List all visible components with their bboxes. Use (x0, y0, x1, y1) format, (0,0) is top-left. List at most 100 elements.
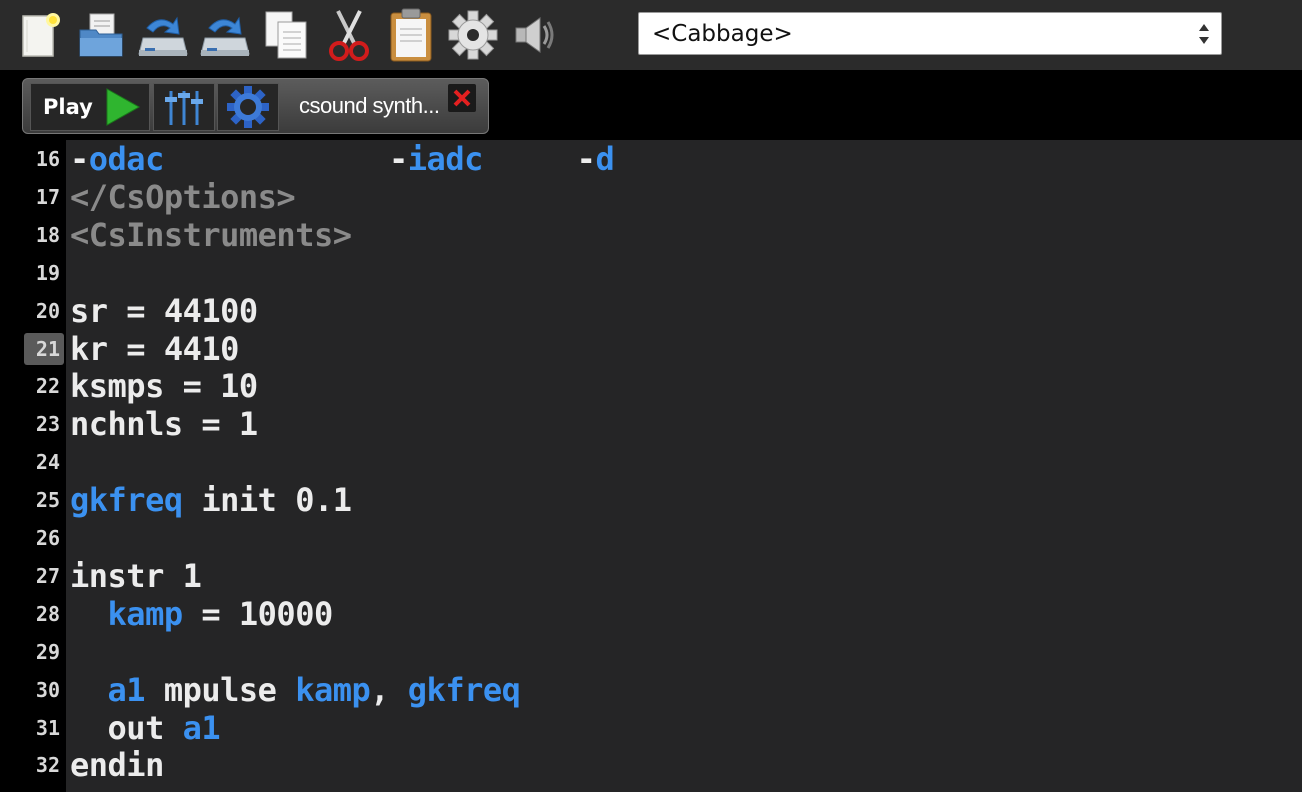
code-line[interactable]: 32 endin (0, 746, 1302, 784)
code-text: sr = 44100 (70, 292, 258, 330)
line-number: 25 (35, 488, 60, 513)
copy-icon (265, 11, 307, 59)
clipboard-icon (390, 8, 432, 62)
code-token: init 0.1 (182, 481, 352, 520)
line-number: 22 (35, 374, 60, 399)
save-button[interactable] (132, 5, 194, 65)
code-text: out a1 (70, 708, 221, 747)
code-token: - (163, 140, 408, 178)
code-line[interactable]: 18 <CsInstruments> (0, 216, 1302, 254)
code-line[interactable]: 21 kr = 4410 (0, 330, 1302, 368)
code-token: endin (70, 746, 164, 785)
copy-button[interactable] (256, 5, 318, 65)
code-line[interactable]: 16 -odac -iadc -d (0, 140, 1302, 178)
code-editor[interactable]: 16 -odac -iadc -d 17 </CsOptions> 18 <CsInstr… (0, 140, 1302, 792)
line-number: 30 (35, 677, 60, 702)
play-icon (106, 88, 140, 126)
code-token: , (370, 670, 408, 709)
code-token: </CsOptions> (70, 177, 296, 216)
line-number: 31 (35, 715, 60, 740)
code-line[interactable]: 29 (0, 633, 1302, 671)
line-number: 27 (35, 563, 60, 588)
line-number: 17 (35, 184, 60, 209)
code-token: ksmps = 10 (70, 367, 258, 406)
code-token: kamp (107, 594, 184, 633)
line-number: 32 (35, 753, 60, 778)
line-number: 19 (35, 260, 60, 285)
scissors-icon (329, 10, 369, 61)
line-number: 26 (35, 526, 60, 550)
code-token: kamp (295, 670, 371, 709)
open-button[interactable] (70, 5, 132, 65)
code-token: iadc (407, 140, 484, 178)
play-label: Play (43, 95, 93, 119)
gear-icon (227, 86, 269, 128)
code-text: -odac -iadc -d (70, 140, 615, 178)
open-folder-icon (79, 13, 123, 57)
code-line[interactable]: 22 ksmps = 10 (0, 367, 1302, 405)
play-button[interactable]: Play (30, 83, 150, 131)
new-file-button[interactable] (8, 5, 70, 65)
settings-button[interactable] (442, 5, 504, 65)
code-token: gkfreq (407, 670, 521, 709)
line-number: 28 (35, 601, 60, 626)
code-text: ksmps = 10 (70, 367, 258, 405)
line-number: 16 (35, 147, 60, 171)
line-number: 18 (35, 222, 60, 247)
code-token: - (70, 140, 89, 178)
code-token: a1 (107, 670, 146, 709)
code-line[interactable]: 31 out a1 (0, 709, 1302, 747)
line-number: 21 (24, 332, 64, 365)
gear-icon (448, 10, 498, 60)
code-line[interactable]: 17 </CsOptions> (0, 178, 1302, 216)
code-line[interactable]: 20 sr = 44100 (0, 292, 1302, 330)
select-arrows-icon (1199, 24, 1209, 44)
code-token: gkfreq (70, 481, 183, 520)
line-number: 23 (35, 412, 60, 437)
code-line[interactable]: 27 instr 1 (0, 557, 1302, 595)
target-select-value: <Cabbage> (652, 20, 793, 47)
line-number: 24 (35, 450, 60, 475)
code-token: = 10000 (182, 594, 333, 633)
close-icon (453, 89, 471, 107)
line-number: 29 (35, 639, 60, 664)
code-text: <CsInstruments> (70, 215, 352, 254)
code-text: kamp = 10000 (70, 594, 334, 633)
audio-button[interactable] (504, 5, 566, 65)
code-token: mpulse (145, 670, 296, 709)
paste-button[interactable] (380, 5, 442, 65)
code-token: <CsInstruments> (70, 215, 352, 254)
code-token: odac (88, 140, 165, 178)
target-select[interactable]: <Cabbage> (638, 12, 1222, 55)
code-line[interactable]: 23 nchnls = 1 (0, 405, 1302, 443)
code-line[interactable]: 25 gkfreq init 0.1 (0, 481, 1302, 519)
main-toolbar: <Cabbage> (0, 0, 1302, 70)
code-token: kr = 4410 (70, 329, 239, 368)
instrument-settings-button[interactable] (217, 83, 279, 131)
code-line[interactable]: 28 kamp = 10000 (0, 595, 1302, 633)
code-text: </CsOptions> (70, 177, 296, 216)
line-number: 20 (35, 298, 60, 323)
save-as-icon (200, 16, 250, 56)
save-as-button[interactable] (194, 5, 256, 65)
cut-button[interactable] (318, 5, 380, 65)
code-text: instr 1 (70, 556, 202, 595)
tab-title: csound synth... (299, 93, 440, 118)
code-text: endin (70, 746, 164, 784)
code-text: a1 mpulse kamp, gkfreq (70, 670, 521, 709)
code-line[interactable]: 19 (0, 254, 1302, 292)
code-token: out (70, 708, 183, 747)
code-token: sr = 44100 (70, 291, 258, 330)
code-line[interactable]: 24 (0, 443, 1302, 481)
code-line[interactable]: 26 (0, 519, 1302, 557)
code-token: instr 1 (70, 556, 202, 595)
code-token: d (595, 140, 615, 178)
code-line[interactable]: 30 a1 mpulse kamp, gkfreq (0, 671, 1302, 709)
save-icon (138, 16, 188, 56)
mixer-icon (165, 91, 203, 125)
close-tab-button[interactable] (448, 84, 476, 112)
code-text: kr = 4410 (70, 330, 239, 368)
mixer-button[interactable] (153, 83, 215, 131)
